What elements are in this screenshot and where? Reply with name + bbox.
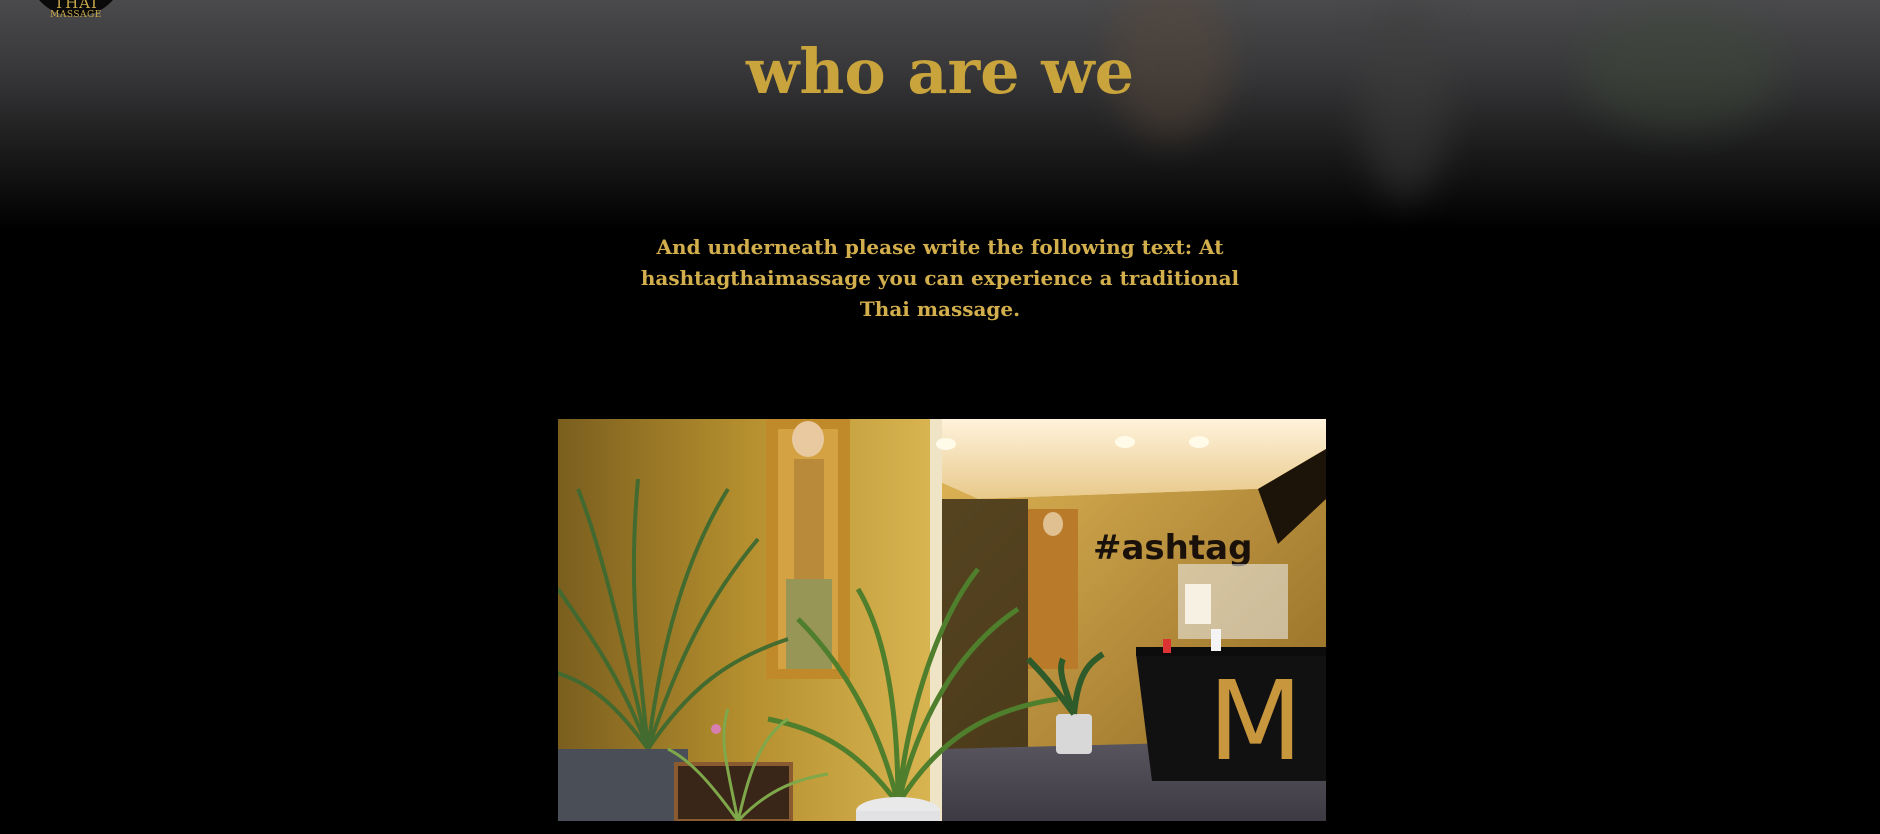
counter-logo-letter: M xyxy=(1208,657,1303,785)
salon-interior-illustration: #ashtag M xyxy=(558,419,1326,821)
section-title: who are we xyxy=(745,35,1135,108)
logo-line-massage: MASSAGE xyxy=(50,10,102,20)
salon-photo: #ashtag M xyxy=(558,419,1326,821)
intro-paragraph: And underneath please write the followin… xyxy=(640,235,1240,321)
salon-sign-text: #ashtag xyxy=(1093,528,1252,568)
site-logo[interactable]: THAI MASSAGE xyxy=(28,0,124,20)
